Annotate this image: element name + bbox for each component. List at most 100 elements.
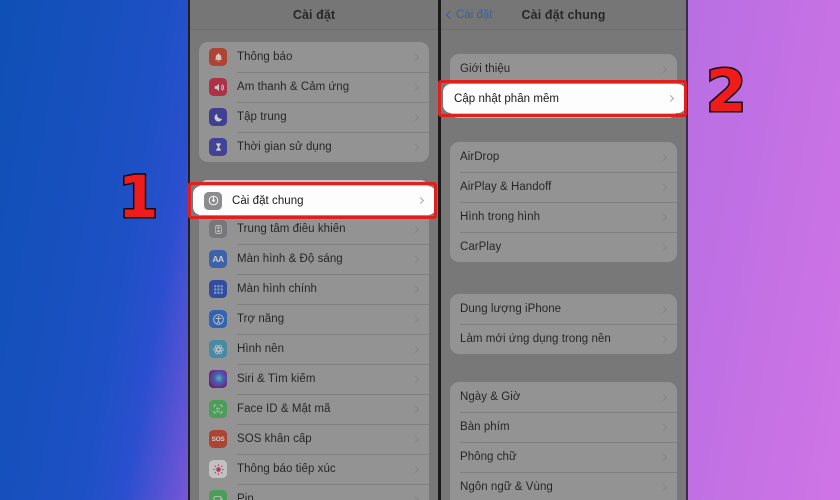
sidebar-item-label: Thông báo tiếp xúc bbox=[237, 463, 336, 475]
sidebar-item-wallpaper[interactable]: Hình nền bbox=[199, 334, 429, 364]
chevron-right-icon bbox=[411, 375, 420, 383]
siri-icon bbox=[209, 370, 227, 388]
sidebar-item-control-center[interactable]: Trung tâm điều khiển bbox=[199, 214, 429, 244]
sidebar-item-face-id-passcode[interactable]: Face ID & Mật mã bbox=[199, 394, 429, 424]
list-item-label: Ngôn ngữ & Vùng bbox=[460, 481, 553, 493]
list-item-background-app-refresh[interactable]: Làm mới ứng dụng trong nền bbox=[450, 324, 677, 354]
sidebar-item-emergency-sos[interactable]: SOS SOS khẩn cấp bbox=[199, 424, 429, 454]
chevron-right-icon bbox=[411, 465, 420, 473]
list-item-picture-in-picture[interactable]: Hình trong hình bbox=[450, 202, 677, 232]
accessibility-icon bbox=[209, 310, 227, 328]
list-item-language-region[interactable]: Ngôn ngữ & Vùng bbox=[450, 472, 677, 500]
sidebar-item-label: Thông báo bbox=[237, 51, 293, 63]
sidebar-item-label: SOS khẩn cấp bbox=[237, 433, 312, 445]
list-item-about[interactable]: Giới thiệu bbox=[450, 54, 677, 84]
list-item-label: Làm mới ứng dụng trong nền bbox=[460, 333, 611, 345]
sidebar-item-label: Màn hình & Độ sáng bbox=[237, 253, 343, 265]
right-navbar: Cài đặt Cài đặt chung bbox=[441, 0, 686, 30]
chevron-right-icon bbox=[411, 225, 420, 233]
chevron-right-icon bbox=[411, 315, 420, 323]
highlight-row-general[interactable]: Cài đặt chung bbox=[193, 186, 436, 215]
list-item-label: Giới thiệu bbox=[460, 63, 511, 75]
sidebar-item-notifications[interactable]: Thông báo bbox=[199, 42, 429, 72]
notifications-group: Thông báo Âm thanh & Cảm ứng Tập trung T… bbox=[199, 42, 429, 162]
connectivity-group: AirDrop AirPlay & Handoff Hình trong hìn… bbox=[450, 142, 677, 262]
sidebar-item-exposure-notifications[interactable]: Thông báo tiếp xúc bbox=[199, 454, 429, 484]
chevron-right-icon bbox=[659, 423, 668, 431]
list-item-label: AirPlay & Handoff bbox=[460, 181, 552, 193]
list-item-label: Dung lượng iPhone bbox=[460, 303, 562, 315]
list-item-airplay-handoff[interactable]: AirPlay & Handoff bbox=[450, 172, 677, 202]
page-title: Cài đặt chung bbox=[521, 7, 606, 22]
settings-root-panel: Cài đặt Thông báo Âm thanh & Cảm ứng Tập… bbox=[188, 0, 438, 500]
chevron-right-icon bbox=[411, 83, 420, 91]
face-id-icon bbox=[209, 400, 227, 418]
sidebar-item-label: Face ID & Mật mã bbox=[237, 403, 331, 415]
chevron-right-icon bbox=[659, 65, 668, 73]
back-button[interactable]: Cài đặt bbox=[445, 8, 493, 21]
sidebar-item-siri-search[interactable]: Siri & Tìm kiếm bbox=[199, 364, 429, 394]
sidebar-item-label: Pin bbox=[237, 493, 254, 500]
sidebar-item-label: Trợ năng bbox=[237, 313, 285, 325]
chevron-right-icon bbox=[411, 435, 420, 443]
list-item-fonts[interactable]: Phông chữ bbox=[450, 442, 677, 472]
chevron-right-icon bbox=[411, 405, 420, 413]
list-item-label: AirDrop bbox=[460, 151, 500, 163]
list-item-carplay[interactable]: CarPlay bbox=[450, 232, 677, 262]
sidebar-item-accessibility[interactable]: Trợ năng bbox=[199, 304, 429, 334]
sidebar-item-focus[interactable]: Tập trung bbox=[199, 102, 429, 132]
chevron-right-icon bbox=[411, 495, 420, 500]
chevron-right-icon bbox=[659, 243, 668, 251]
chevron-right-icon bbox=[411, 285, 420, 293]
general-settings-panel: Cài đặt Cài đặt chung Giới thiệu Cập nhậ… bbox=[438, 0, 688, 500]
step-number-2: 2 bbox=[704, 57, 747, 125]
chevron-right-icon bbox=[659, 305, 668, 313]
list-item-iphone-storage[interactable]: Dung lượng iPhone bbox=[450, 294, 677, 324]
speaker-icon bbox=[209, 78, 227, 96]
page-title: Cài đặt bbox=[292, 7, 336, 22]
home-screen-icon bbox=[209, 280, 227, 298]
sidebar-item-label: Trung tâm điều khiển bbox=[237, 223, 346, 235]
sidebar-item-label: Hình nền bbox=[237, 343, 285, 355]
list-item-airdrop[interactable]: AirDrop bbox=[450, 142, 677, 172]
list-item-keyboard[interactable]: Bàn phím bbox=[450, 412, 677, 442]
chevron-right-icon bbox=[416, 196, 425, 205]
moon-icon bbox=[209, 108, 227, 126]
sos-icon: SOS bbox=[209, 430, 227, 448]
gear-icon bbox=[204, 191, 222, 210]
display-icon: AA bbox=[209, 250, 227, 268]
sidebar-item-label: Âm thanh & Cảm ứng bbox=[237, 81, 350, 93]
sidebar-item-label: Siri & Tìm kiếm bbox=[237, 373, 316, 385]
exposure-icon bbox=[209, 460, 227, 478]
sidebar-item-home-screen[interactable]: Màn hình chính bbox=[199, 274, 429, 304]
list-item-label: Phông chữ bbox=[460, 451, 517, 463]
control-center-icon bbox=[209, 220, 227, 238]
sidebar-item-label: Màn hình chính bbox=[237, 283, 317, 295]
left-settings-list: Thông báo Âm thanh & Cảm ứng Tập trung T… bbox=[190, 30, 438, 500]
chevron-right-icon bbox=[666, 94, 675, 103]
highlight-row-general-label: Cài đặt chung bbox=[232, 194, 304, 207]
list-item-label: CarPlay bbox=[460, 241, 502, 253]
chevron-right-icon bbox=[411, 143, 420, 151]
sidebar-item-label: Thời gian sử dụng bbox=[237, 141, 332, 153]
sidebar-item-sounds-haptics[interactable]: Âm thanh & Cảm ứng bbox=[199, 72, 429, 102]
highlight-row-software-update[interactable]: Cập nhật phần mềm bbox=[443, 84, 686, 113]
sidebar-item-screen-time[interactable]: Thời gian sử dụng bbox=[199, 132, 429, 162]
sidebar-item-battery[interactable]: Pin bbox=[199, 484, 429, 500]
bell-icon bbox=[209, 48, 227, 66]
sidebar-item-display-brightness[interactable]: AA Màn hình & Độ sáng bbox=[199, 244, 429, 274]
chevron-right-icon bbox=[411, 113, 420, 121]
list-item-date-time[interactable]: Ngày & Giờ bbox=[450, 382, 677, 412]
back-button-label: Cài đặt bbox=[456, 8, 493, 21]
list-item-label: Bàn phím bbox=[460, 421, 510, 433]
chevron-right-icon bbox=[659, 153, 668, 161]
chevron-right-icon bbox=[659, 335, 668, 343]
step-number-1: 1 bbox=[116, 163, 159, 231]
highlight-row-software-update-label: Cập nhật phần mềm bbox=[454, 92, 560, 105]
hourglass-icon bbox=[209, 138, 227, 156]
chevron-right-icon bbox=[659, 183, 668, 191]
phone-screenshot: Cài đặt Thông báo Âm thanh & Cảm ứng Tập… bbox=[188, 0, 688, 500]
sidebar-item-label: Tập trung bbox=[237, 111, 287, 123]
chevron-right-icon bbox=[659, 393, 668, 401]
locale-group: Ngày & Giờ Bàn phím Phông chữ Ngôn ngữ &… bbox=[450, 382, 677, 500]
